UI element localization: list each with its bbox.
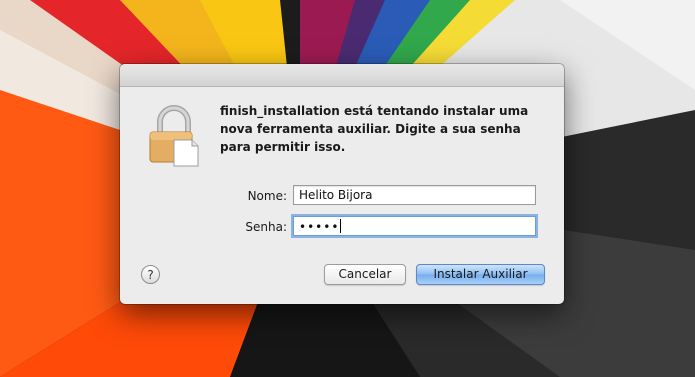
text-caret — [340, 219, 342, 233]
help-button[interactable]: ? — [141, 265, 160, 284]
authentication-dialog: finish_installation está tentando instal… — [120, 64, 564, 304]
message-line: finish_installation está tentando instal… — [220, 104, 529, 118]
name-field[interactable]: Helito Bijora — [293, 185, 536, 205]
dialog-titlebar[interactable] — [120, 64, 564, 87]
help-icon: ? — [147, 268, 154, 282]
lock-icon — [149, 105, 199, 167]
install-helper-button[interactable]: Instalar Auxiliar — [416, 264, 545, 285]
cancel-button[interactable]: Cancelar — [324, 264, 406, 285]
password-field[interactable]: ••••• — [293, 216, 536, 236]
message-line: nova ferramenta auxiliar. Digite a sua s… — [220, 122, 521, 136]
name-value: Helito Bijora — [299, 188, 373, 202]
message-line: para permitir isso. — [220, 140, 346, 154]
name-label: Nome: — [247, 189, 287, 203]
password-label: Senha: — [245, 220, 287, 234]
password-dots: ••••• — [299, 220, 340, 234]
dialog-message: finish_installation está tentando instal… — [220, 102, 540, 156]
